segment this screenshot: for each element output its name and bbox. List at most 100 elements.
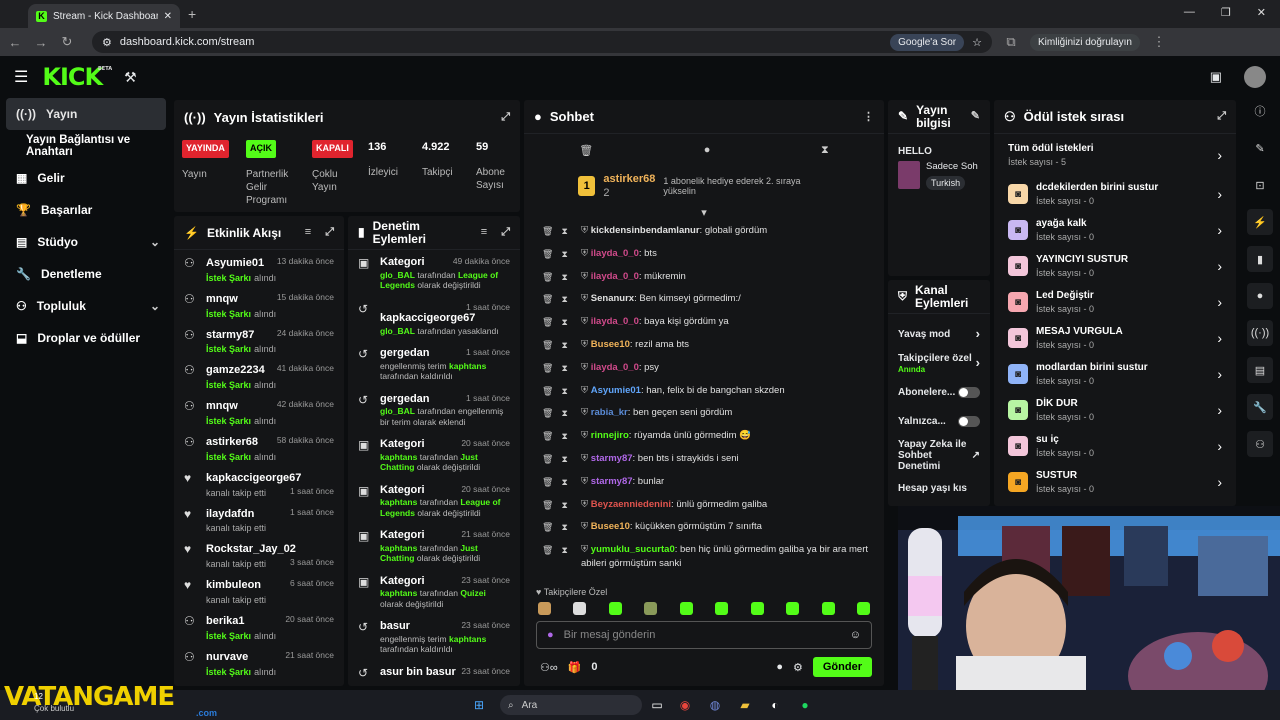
hourglass-icon[interactable]: ⧗ (821, 144, 829, 157)
emote-icon[interactable] (608, 602, 622, 615)
emote-icon[interactable] (679, 602, 693, 615)
popout-icon[interactable]: ⤢ (325, 226, 334, 239)
chat-message[interactable]: 🗑 ⧗ ⛨ Busee10: küçükken görmüştüm 7 sınıft… (524, 520, 884, 543)
trash-icon[interactable]: 🗑 (542, 316, 553, 329)
chat-username[interactable]: rabia_kr (591, 407, 628, 418)
emote-icon[interactable] (715, 602, 729, 615)
trash-icon[interactable]: 🗑 (542, 430, 553, 443)
sidebar-item-moderation[interactable]: 🔧 Denetleme (0, 258, 172, 290)
scan-icon[interactable]: ⊡ (1247, 172, 1273, 198)
sidebar-item-revenue[interactable]: ▦ Gelir (0, 162, 172, 194)
list-item[interactable]: ⚇ astirker68 58 dakika önce İstek Şarkı alı… (174, 429, 344, 465)
toggle-switch[interactable] (958, 387, 980, 398)
emote-icon[interactable] (856, 602, 870, 615)
chat-username[interactable]: kickdensinbendamlanur (591, 225, 700, 236)
list-item[interactable]: ↺ 1 saat önce gergedan glo_BAL tarafından e… (348, 387, 520, 433)
emote-icon[interactable] (573, 602, 587, 615)
emote-icon[interactable] (786, 602, 800, 615)
edit-icon[interactable]: ✎ (971, 110, 980, 123)
chat-message[interactable]: 🗑 ⧗ ⛨ Senanurx: Ben kimseyi görmedim:/ (524, 292, 884, 315)
hourglass-icon[interactable]: ⧗ (561, 362, 567, 375)
hourglass-icon[interactable]: ⧗ (561, 544, 567, 557)
trash-icon[interactable]: 🗑 (542, 248, 553, 261)
wallet-icon[interactable]: ▣ (1210, 69, 1222, 85)
hourglass-icon[interactable]: ⧗ (561, 407, 567, 420)
hamburger-menu-icon[interactable]: ☰ (14, 67, 28, 87)
chat-username[interactable]: Senanurx (591, 293, 634, 304)
list-item[interactable]: ⚇ berika1 20 saat önce İstek Şarkı alındı (174, 608, 344, 644)
trash-icon[interactable]: 🗑 (542, 385, 553, 398)
chat-message[interactable]: 🗑 ⧗ ⛨ kickdensinbendamlanur: globali gördü… (524, 224, 884, 247)
chat-username[interactable]: Asyumie01 (591, 385, 641, 396)
trash-icon[interactable]: 🗑 (542, 407, 553, 420)
hourglass-icon[interactable]: ⧗ (561, 316, 567, 329)
chat-username[interactable]: Busee10 (591, 339, 630, 350)
popout-icon[interactable]: ⤢ (1217, 110, 1226, 123)
layout-icon[interactable]: ▤ (1247, 357, 1273, 383)
close-tab-icon[interactable]: ✕ (164, 11, 172, 22)
chat-username[interactable]: ilayda_0_0 (591, 362, 639, 373)
folder-icon[interactable]: ▰ (736, 696, 754, 714)
list-item[interactable]: ♥ kimbuleon 6 saat önce kanalı takip etti (174, 572, 344, 608)
list-item[interactable]: ▣ 20 saat önce Kategori kaphtans tarafından… (348, 432, 520, 478)
chat-message[interactable]: 🗑 ⧗ ⛨ yumuklu_sucurta0: ben hiç ünlü görme… (524, 543, 884, 571)
chat-username[interactable]: rinnejiro (591, 430, 629, 441)
info-icon[interactable]: ⓘ (1247, 98, 1273, 124)
avatar[interactable] (1244, 66, 1266, 88)
browser-tab[interactable]: K Stream - Kick Dashboard ✕ (28, 4, 180, 28)
gift-icon[interactable]: 🎁 (568, 661, 582, 674)
settings-gear-icon[interactable]: ⚙ (793, 661, 803, 674)
hourglass-icon[interactable]: ⧗ (561, 499, 567, 512)
sidebar-item-stream-key[interactable]: Yayın Bağlantısı ve Anahtarı (0, 130, 172, 162)
chat-message[interactable]: 🗑 ⧗ ⛨ Beyzaenniedenini: ünlü görmedim gali… (524, 498, 884, 521)
back-icon[interactable]: ← (8, 35, 22, 50)
channel-action-item[interactable]: Yapay Zeka ile Sohbet Denetimi ↗ (888, 436, 990, 474)
list-item[interactable]: ↺ 1 saat önce kapkaccigeorge67 glo_BAL tara… (348, 296, 520, 342)
trash-icon[interactable]: 🗑 (542, 453, 553, 466)
filter-icon[interactable]: ≡ (481, 226, 487, 239)
community-infinity-icon[interactable]: ⚇∞ (540, 661, 558, 674)
trash-icon[interactable]: 🗑 (542, 499, 553, 512)
chat-bubble-icon[interactable]: ● (1247, 283, 1273, 309)
hourglass-icon[interactable]: ⧗ (561, 521, 567, 534)
bolt-icon[interactable]: ⚡ (1247, 209, 1273, 235)
sidebar-item-community[interactable]: ⚇ Topluluk ⌄ (0, 290, 172, 322)
hourglass-icon[interactable]: ⧗ (561, 271, 567, 284)
chat-message[interactable]: 🗑 ⧗ ⛨ ilayda_0_0: bts (524, 247, 884, 270)
hourglass-icon[interactable]: ⧗ (561, 225, 567, 238)
list-item[interactable]: ↺ 1 saat önce gergedan engellenmiş terim ka… (348, 341, 520, 387)
sidebar-item-stream[interactable]: ((·)) Yayın (6, 98, 166, 130)
list-item[interactable]: ⚇ gamze2234 41 dakika önce İstek Şarkı alın… (174, 357, 344, 393)
chat-username[interactable]: ilayda_0_0 (591, 271, 639, 282)
list-item[interactable]: ⚇ starmy87 24 dakika önce İstek Şarkı alınd… (174, 322, 344, 358)
forward-icon[interactable]: → (34, 35, 48, 50)
sidebar-item-drops[interactable]: ⬓ Droplar ve ödüller (0, 322, 172, 354)
more-options-icon[interactable]: ⋮ (863, 110, 874, 123)
windows-start-icon[interactable]: ⊞ (470, 696, 488, 714)
trash-icon[interactable]: 🗑 (542, 521, 553, 534)
emote-icon[interactable] (821, 602, 835, 615)
hourglass-icon[interactable]: ⧗ (561, 385, 567, 398)
chat-mode-icon[interactable]: ● (704, 144, 711, 156)
chat-message[interactable]: 🗑 ⧗ ⛨ starmy87: bunlar (524, 475, 884, 498)
list-item[interactable]: ▣ 23 saat önce Kategori kaphtans tarafından… (348, 569, 520, 615)
filter-icon[interactable]: ≡ (305, 226, 311, 239)
channel-action-item[interactable]: Yavaş mod › (888, 320, 990, 349)
emoji-icon[interactable]: ☺ (850, 629, 861, 641)
emote-icon[interactable] (538, 602, 551, 615)
trash-icon[interactable]: 🗑 (542, 293, 553, 306)
url-field[interactable]: ⚙ dashboard.kick.com/stream Google'a Sor… (92, 31, 992, 53)
trash-icon[interactable]: 🗑 (542, 362, 553, 375)
chat-message[interactable]: 🗑 ⧗ ⛨ ilayda_0_0: mükremin (524, 270, 884, 293)
trash-icon[interactable]: 🗑 (542, 544, 553, 557)
hourglass-icon[interactable]: ⧗ (561, 248, 567, 261)
extensions-icon[interactable]: ⧉ (1004, 34, 1018, 50)
reward-item[interactable]: ◙ SUSTUR İstek sayısı - 0 › (994, 464, 1236, 500)
site-info-icon[interactable]: ⚙ (102, 36, 112, 49)
list-item[interactable]: ⚇ nurvave 21 saat önce İstek Şarkı alındı (174, 644, 344, 680)
collapse-icon[interactable]: ▾ (524, 206, 884, 220)
hourglass-icon[interactable]: ⧗ (561, 453, 567, 466)
wrench-icon[interactable]: 🔧 (1247, 394, 1273, 420)
channel-action-item[interactable]: Takipçilere özel Anında › (888, 349, 990, 378)
minimize-icon[interactable]: — (1184, 6, 1195, 19)
